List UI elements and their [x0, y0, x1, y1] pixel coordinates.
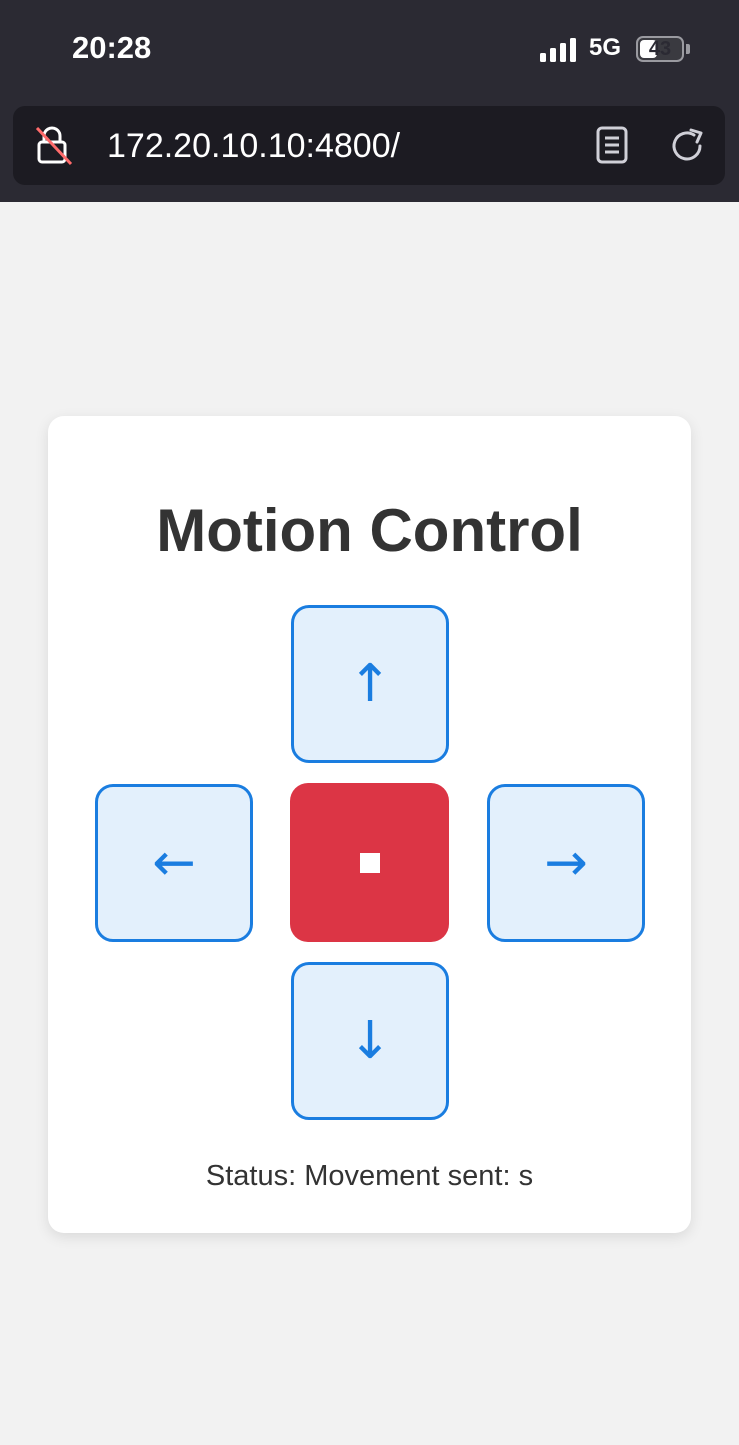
- stop-icon: [359, 852, 380, 873]
- status-bar: 20:28 5G 43: [0, 0, 739, 100]
- reload-icon[interactable]: [667, 126, 707, 166]
- url-text[interactable]: 172.20.10.10:4800/: [107, 126, 400, 166]
- address-bar[interactable]: 172.20.10.10:4800/: [13, 106, 725, 185]
- cellular-signal-icon: [540, 38, 578, 62]
- arrow-down-icon: ↓: [348, 1011, 392, 1071]
- reader-mode-icon[interactable]: [595, 126, 629, 164]
- browser-chrome: 20:28 5G 43 172.20.10.10:4800/: [0, 0, 739, 202]
- stop-button[interactable]: [290, 783, 449, 942]
- move-up-button[interactable]: ↑: [291, 605, 449, 763]
- arrow-up-icon: ↑: [348, 654, 392, 714]
- network-type: 5G: [589, 34, 622, 61]
- move-left-button[interactable]: ←: [95, 784, 253, 942]
- move-right-button[interactable]: →: [487, 784, 645, 942]
- move-down-button[interactable]: ↓: [291, 962, 449, 1120]
- lock-slash-icon[interactable]: [33, 124, 75, 166]
- battery-nub: [686, 44, 690, 54]
- page-title: Motion Control: [156, 497, 583, 564]
- arrow-right-icon: →: [544, 833, 588, 893]
- arrow-left-icon: ←: [152, 833, 196, 893]
- battery-level: 43: [648, 38, 672, 60]
- status-text: Status: Movement sent: s: [205, 1160, 534, 1192]
- status-time: 20:28: [72, 30, 152, 65]
- battery-icon: 43: [636, 36, 684, 62]
